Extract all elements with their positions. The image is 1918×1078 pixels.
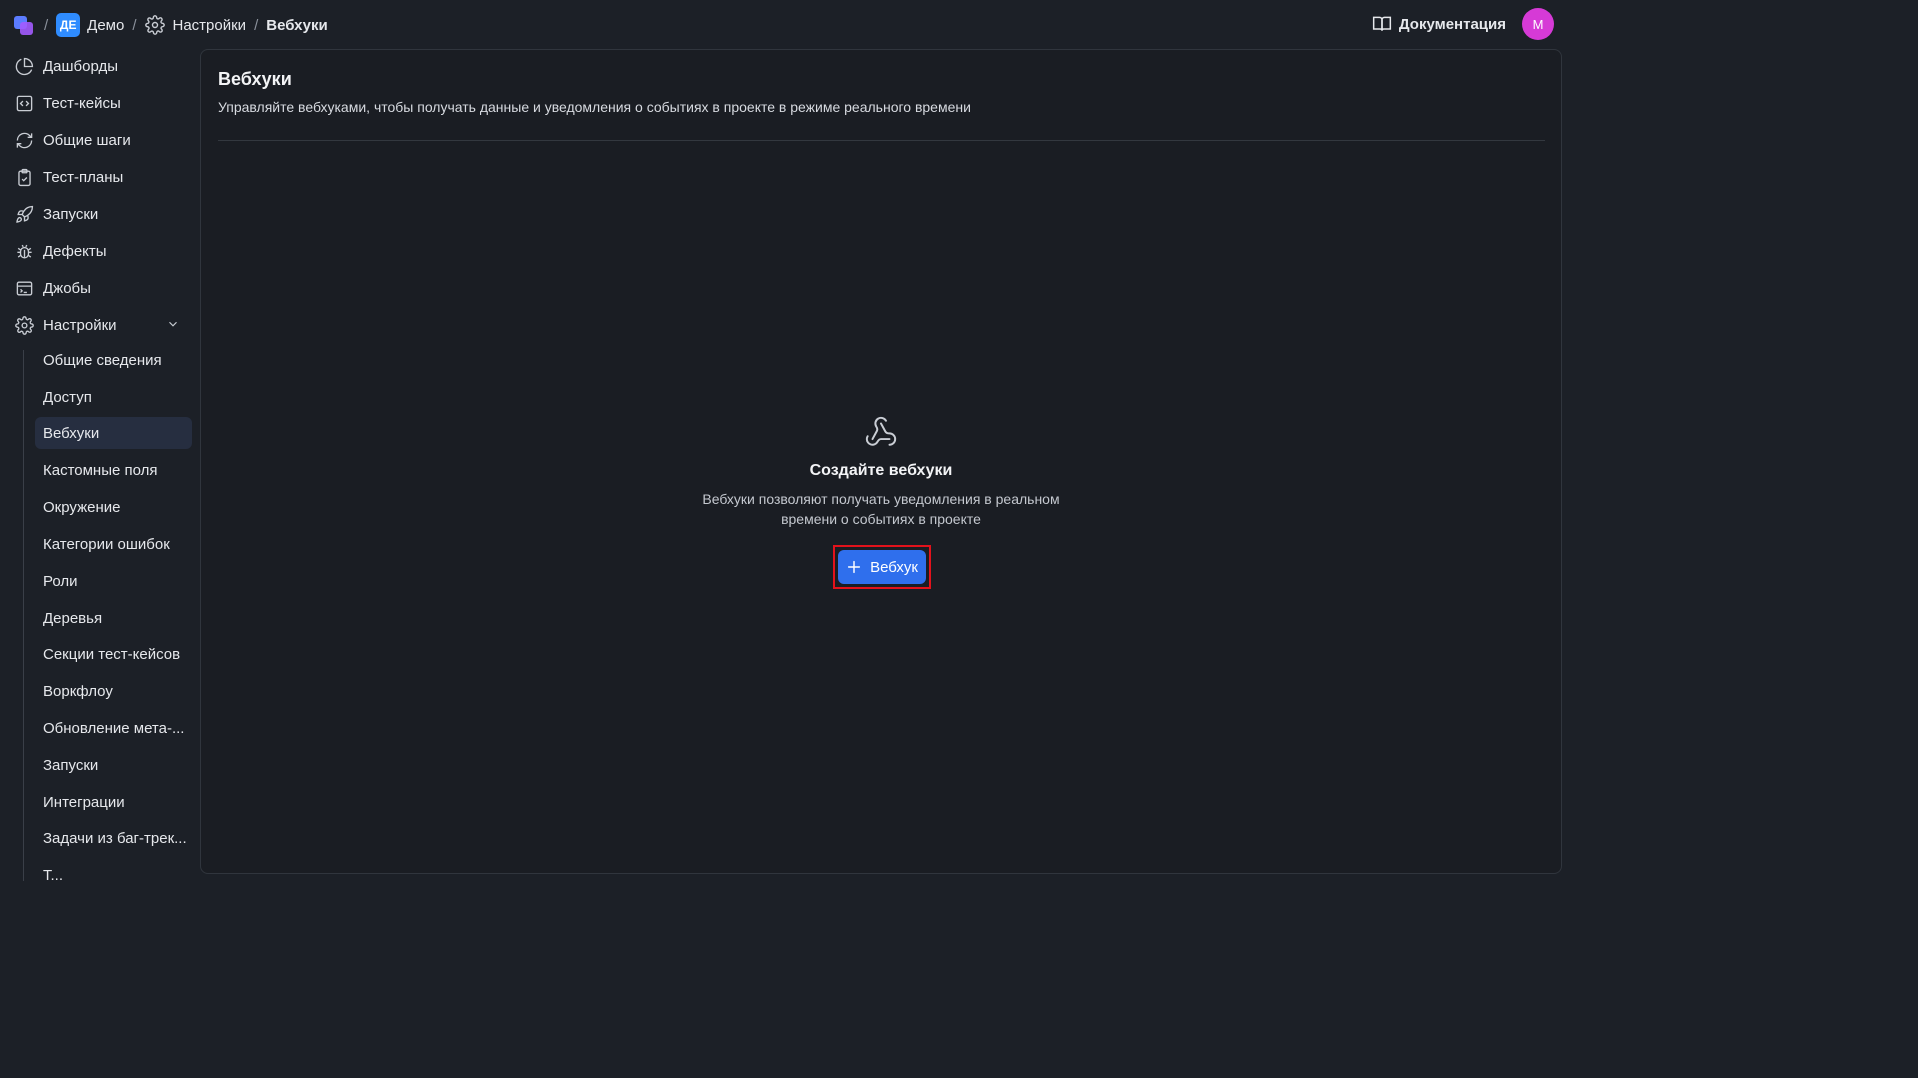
highlight-box: Вебхук: [833, 545, 931, 589]
sidebar-item-dashboards[interactable]: Дашборды: [14, 51, 192, 81]
settings-item-integrations[interactable]: Интеграции: [35, 786, 192, 818]
documentation-link[interactable]: Документация: [1372, 14, 1506, 34]
settings-item-workflow[interactable]: Воркфлоу: [35, 675, 192, 707]
project-badge[interactable]: ДЕ: [56, 13, 81, 37]
sidebar-item-label: Джобы: [43, 279, 91, 297]
plus-icon: [848, 560, 861, 574]
breadcrumb-current: Вебхуки: [266, 16, 328, 34]
settings-item-metadata-update[interactable]: Обновление мета-...: [35, 712, 192, 744]
sidebar-item-test-plans[interactable]: Тест-планы: [14, 162, 192, 192]
settings-item-webhooks[interactable]: Вебхуки: [35, 417, 192, 449]
chevron-down-icon[interactable]: [166, 317, 180, 335]
sidebar-item-jobs[interactable]: Джобы: [14, 273, 192, 303]
empty-state-description: Вебхуки позволяют получать уведомления в…: [681, 489, 1081, 529]
rocket-icon: [14, 204, 34, 224]
sidebar-item-launches[interactable]: Запуски: [14, 199, 192, 229]
gear-icon: [144, 15, 165, 35]
empty-state-title: Создайте вебхуки: [809, 462, 953, 479]
pie-chart-icon: [14, 56, 34, 76]
sidebar: Дашборды Тест-кейсы Общие шаги Тест-план…: [0, 48, 200, 881]
code-square-icon: [14, 93, 34, 113]
settings-item-custom-fields[interactable]: Кастомные поля: [35, 454, 192, 486]
empty-state-description-line: Вебхуки позволяют получать уведомления в…: [702, 491, 1060, 507]
webhook-icon: [681, 415, 1081, 449]
settings-item-trees[interactable]: Деревья: [35, 602, 192, 634]
clipboard-check-icon: [14, 167, 34, 187]
bug-icon: [14, 241, 34, 261]
divider: [218, 140, 1545, 141]
breadcrumb-separator: /: [132, 16, 137, 34]
sidebar-item-label: Настройки: [43, 316, 117, 334]
user-avatar[interactable]: M: [1522, 8, 1554, 40]
book-icon: [1372, 16, 1392, 31]
page-title: Вебхуки: [218, 69, 292, 89]
breadcrumb-project[interactable]: Демо: [87, 17, 124, 34]
main-panel: Вебхуки Управляйте вебхуками, чтобы полу…: [200, 49, 1562, 874]
documentation-label: Документация: [1398, 15, 1506, 33]
sidebar-item-label: Дефекты: [43, 242, 107, 260]
settings-item-environment[interactable]: Окружение: [35, 491, 192, 523]
breadcrumb-separator: /: [44, 16, 49, 34]
add-webhook-label: Вебхук: [870, 558, 918, 576]
breadcrumb-separator: /: [254, 16, 259, 34]
refresh-icon: [14, 130, 34, 150]
settings-item-general[interactable]: Общие сведения: [35, 344, 192, 376]
app-logo-icon[interactable]: [14, 14, 36, 36]
sidebar-item-test-cases[interactable]: Тест-кейсы: [14, 88, 192, 118]
settings-item-access[interactable]: Доступ: [35, 381, 192, 413]
sidebar-item-shared-steps[interactable]: Общие шаги: [14, 125, 192, 155]
gear-icon: [14, 315, 34, 335]
empty-state: Создайте вебхуки Вебхуки позволяют получ…: [681, 415, 1081, 529]
page-description: Управляйте вебхуками, чтобы получать дан…: [218, 99, 971, 115]
top-bar: / ДЕ Демо / Настройки / Вебхуки Документ…: [0, 0, 1568, 50]
settings-item-test-case-sections[interactable]: Секции тест-кейсов: [35, 638, 192, 670]
breadcrumb-settings[interactable]: Настройки: [173, 17, 247, 34]
settings-item-error-categories[interactable]: Категории ошибок: [35, 528, 192, 560]
empty-state-description-line: времени о событиях в проекте: [781, 511, 981, 527]
terminal-icon: [14, 278, 34, 298]
sidebar-item-settings[interactable]: Настройки: [14, 310, 192, 340]
settings-item-launches[interactable]: Запуски: [35, 749, 192, 781]
add-webhook-button[interactable]: Вебхук: [838, 550, 926, 584]
sidebar-item-label: Дашборды: [43, 57, 118, 75]
sidebar-item-label: Общие шаги: [43, 131, 131, 149]
sidebar-item-label: Тест-кейсы: [43, 94, 121, 112]
sidebar-item-defects[interactable]: Дефекты: [14, 236, 192, 266]
settings-item-truncated[interactable]: Т...: [35, 859, 192, 882]
sidebar-item-label: Запуски: [43, 205, 99, 223]
settings-tree-line: [23, 350, 24, 881]
settings-item-bugtracker-tasks[interactable]: Задачи из баг-трек...: [35, 822, 192, 854]
sidebar-item-label: Тест-планы: [43, 168, 124, 186]
settings-item-roles[interactable]: Роли: [35, 565, 192, 597]
